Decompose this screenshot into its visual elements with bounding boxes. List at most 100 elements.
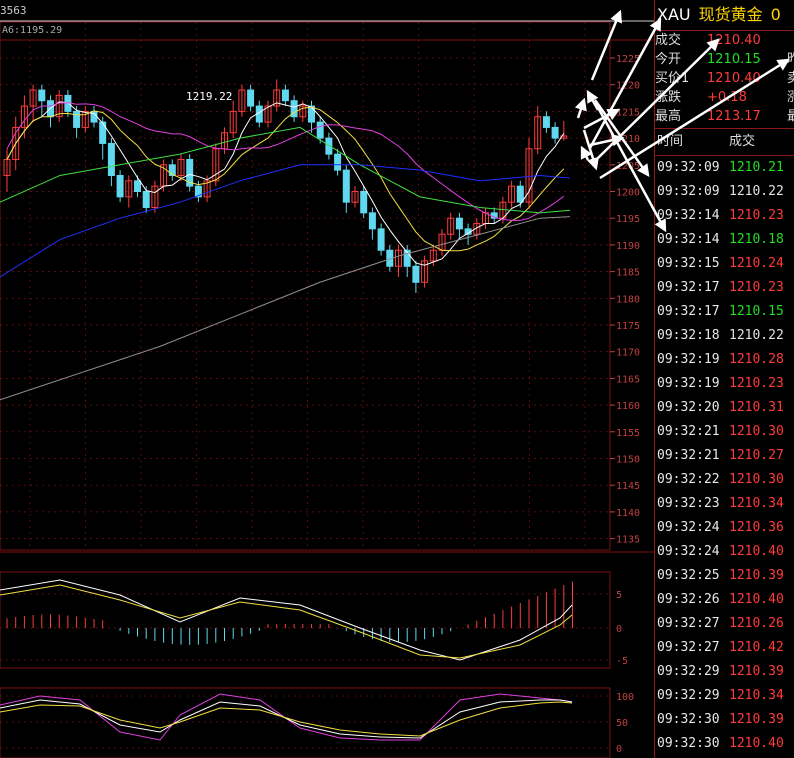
tick-price: 1210.42 xyxy=(729,640,784,655)
price-axis-label: 1185 xyxy=(616,268,640,279)
tick-time: 09:32:19 xyxy=(657,376,720,391)
tick-row: 09:32:14 1210.18 xyxy=(655,228,794,252)
ma30-line xyxy=(0,126,571,214)
price-axis-label: 1165 xyxy=(616,374,640,385)
quote-label: 买价1 xyxy=(655,71,690,86)
price-axis-label: 1150 xyxy=(616,455,640,466)
tick-row: 09:32:20 1210.31 xyxy=(655,396,794,420)
price-axis-label: 1200 xyxy=(616,188,640,199)
tick-row: 09:32:18 1210.22 xyxy=(655,324,794,348)
tick-row: 09:32:15 1210.24 xyxy=(655,252,794,276)
quote-value: +0.18 xyxy=(707,90,747,105)
price-axis-label: 1215 xyxy=(616,107,640,118)
candle-body xyxy=(377,228,385,251)
price-axis-label: 1145 xyxy=(616,481,640,492)
tick-row: 09:32:17 1210.23 xyxy=(655,276,794,300)
candle-body xyxy=(316,121,324,139)
quote-value: 1210.15 xyxy=(707,52,761,67)
tick-time: 09:32:15 xyxy=(657,256,720,271)
tick-price: 1210.36 xyxy=(729,520,784,535)
kdj-k-line xyxy=(0,699,573,739)
candle-body xyxy=(368,212,376,230)
tick-time: 09:32:20 xyxy=(657,400,720,415)
price-axis-label: 1205 xyxy=(616,161,640,172)
quote-label-2: 涨 xyxy=(787,90,794,105)
tick-time: 09:32:17 xyxy=(657,280,720,295)
candle-body xyxy=(412,265,420,283)
tick-price: 1210.28 xyxy=(729,352,784,367)
tick-price: 1210.22 xyxy=(729,184,784,199)
tick-price: 1210.39 xyxy=(729,664,784,679)
quote-label: 成交 xyxy=(655,33,682,48)
quote-row: 最高 1213.17 最 xyxy=(655,107,794,126)
quote-row: 成交 1210.40 xyxy=(655,31,794,50)
instrument-extra: 0 xyxy=(770,5,781,24)
macd-axis-label: 5 xyxy=(616,590,622,601)
candle-body xyxy=(281,89,289,102)
price-axis-label: 1220 xyxy=(616,81,640,92)
tick-price: 1210.26 xyxy=(729,616,784,631)
tick-price: 1210.34 xyxy=(729,688,784,703)
tick-time: 09:32:14 xyxy=(657,232,720,247)
tick-time: 09:32:26 xyxy=(657,592,720,607)
price-axis-label: 1160 xyxy=(616,401,640,412)
tick-time: 09:32:30 xyxy=(657,712,720,727)
tick-price: 1210.23 xyxy=(729,208,784,223)
ticks-header-time: 时间 xyxy=(657,134,684,149)
quote-row: 涨跌 +0.18 涨 xyxy=(655,88,794,107)
ma5-line xyxy=(6,101,565,266)
bar-count: 3563 xyxy=(0,4,27,17)
tick-row: 09:32:29 1210.34 xyxy=(655,684,794,708)
tick-time: 09:32:23 xyxy=(657,496,720,511)
quote-panel: XAU 现货黄金 0 成交 1210.40 今开 1210.15 昨买价1 1210.40 卖涨… xyxy=(654,0,794,758)
tick-price: 1210.40 xyxy=(729,592,784,607)
tick-row: 09:32:22 1210.30 xyxy=(655,468,794,492)
tick-price: 1210.23 xyxy=(729,376,784,391)
price-axis-label: 1225 xyxy=(616,54,640,65)
tick-price: 1210.15 xyxy=(729,304,784,319)
candle-body xyxy=(107,142,115,176)
tick-price: 1210.22 xyxy=(729,328,784,343)
chart-canvas[interactable]: 1225 1220 1215 1210 1205 1200 1195 1190 1185 1180… xyxy=(0,0,654,758)
tick-row: 09:32:21 1210.30 xyxy=(655,420,794,444)
tick-row: 09:32:14 1210.23 xyxy=(655,204,794,228)
quote-value: 1213.17 xyxy=(707,109,761,124)
tick-price: 1210.18 xyxy=(729,232,784,247)
tick-price: 1210.31 xyxy=(729,400,784,415)
quote-label-2: 卖 xyxy=(787,71,794,86)
price-axis-label: 1190 xyxy=(616,241,640,252)
ma-readout: A6:1195.29 xyxy=(2,25,63,36)
tick-row: 09:32:29 1210.39 xyxy=(655,660,794,684)
tick-list[interactable]: 09:32:09 1210.21 09:32:09 1210.22 09:32:14 12… xyxy=(655,156,794,756)
ticks-header-deal: 成交 xyxy=(729,134,756,149)
quote-list: 成交 1210.40 今开 1210.15 昨买价1 1210.40 卖涨跌 +0.18 涨最高… xyxy=(655,31,794,126)
tick-row: 09:32:19 1210.23 xyxy=(655,372,794,396)
main-frame xyxy=(0,21,611,551)
tick-row: 09:32:30 1210.40 xyxy=(655,732,794,756)
tick-row: 09:32:26 1210.40 xyxy=(655,588,794,612)
instrument-code: XAU xyxy=(657,5,691,24)
tick-price: 1210.30 xyxy=(729,424,784,439)
tick-time: 09:32:30 xyxy=(657,736,720,751)
tick-row: 09:32:24 1210.36 xyxy=(655,516,794,540)
tick-price: 1210.39 xyxy=(729,712,784,727)
macd-axis-label: 0 xyxy=(616,624,622,635)
price-axis-label: 1155 xyxy=(616,428,640,439)
quote-value: 1210.40 xyxy=(707,71,761,86)
kline-chart[interactable]: 1225 1220 1215 1210 1205 1200 1195 1190 1185 1180… xyxy=(0,0,654,758)
candle-body xyxy=(142,191,150,209)
tick-price: 1210.24 xyxy=(729,256,784,271)
candle-body xyxy=(342,169,350,203)
tick-time: 09:32:09 xyxy=(657,184,720,199)
tick-price: 1210.39 xyxy=(729,568,784,583)
candle-body xyxy=(360,191,368,214)
price-axis-label: 1135 xyxy=(616,535,640,546)
tick-row: 09:32:23 1210.34 xyxy=(655,492,794,516)
candle-body xyxy=(551,126,559,139)
quote-label: 最高 xyxy=(655,109,682,124)
macd-frame xyxy=(0,571,611,669)
kdj-axis-label: 100 xyxy=(616,692,634,703)
tick-time: 09:32:22 xyxy=(657,472,720,487)
candle-body xyxy=(116,174,124,198)
tick-time: 09:32:29 xyxy=(657,664,720,679)
